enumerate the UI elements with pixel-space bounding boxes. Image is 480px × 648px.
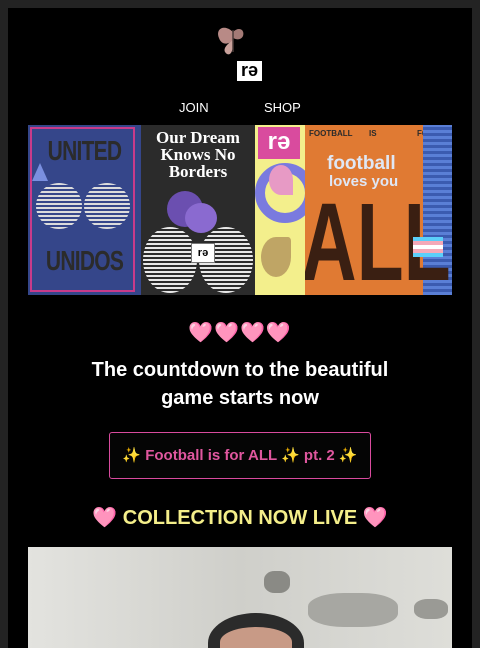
poster-butterfly: rə (255, 125, 305, 295)
poster-football-text: football (327, 153, 396, 174)
logo-mark: rə (236, 60, 263, 82)
top-nav: JOIN SHOP (8, 100, 472, 118)
headline-line-1: The countdown to the beautiful (91, 359, 389, 381)
poster-header-left: FOOTBALL (309, 129, 353, 138)
trans-flag-icon (413, 237, 443, 257)
poster-united-unidos: UNITED UNIDOS (28, 125, 143, 295)
hearts-row: 🩷🩷🩷🩷 (188, 322, 292, 344)
product-photo[interactable] (28, 547, 452, 648)
headline-line-2: game starts now (161, 387, 319, 409)
collection-live-banner: 🩷 COLLECTION NOW LIVE 🩷 (92, 507, 388, 529)
butterfly-icon (218, 27, 244, 55)
email-frame: rə JOIN SHOP UNITED UNIDOS Our Dream Kno… (8, 8, 472, 648)
headline: The countdown to the beautiful game star… (8, 356, 472, 412)
poster-unidos-text: UNIDOS (45, 245, 124, 276)
poster-header-mid: IS (369, 129, 377, 138)
nav-shop-link[interactable]: SHOP (264, 100, 301, 115)
poster-logo-text: rə (258, 127, 300, 159)
brand-logo[interactable]: rə (213, 24, 273, 86)
poster-football-all: FOOTBALL IS FOR football loves you ALL (305, 125, 452, 295)
poster-dream-borders: Our Dream Knows No Borders rə (141, 125, 255, 295)
poster-united-text: UNITED (47, 135, 122, 166)
cta-button[interactable]: ✨ Football is for ALL ✨ pt. 2 ✨ (109, 432, 371, 479)
nav-join-link[interactable]: JOIN (179, 100, 209, 115)
poster-dream-text: Our Dream Knows No Borders (156, 128, 240, 181)
hero-banner[interactable]: UNITED UNIDOS Our Dream Knows No Borders… (28, 125, 452, 295)
